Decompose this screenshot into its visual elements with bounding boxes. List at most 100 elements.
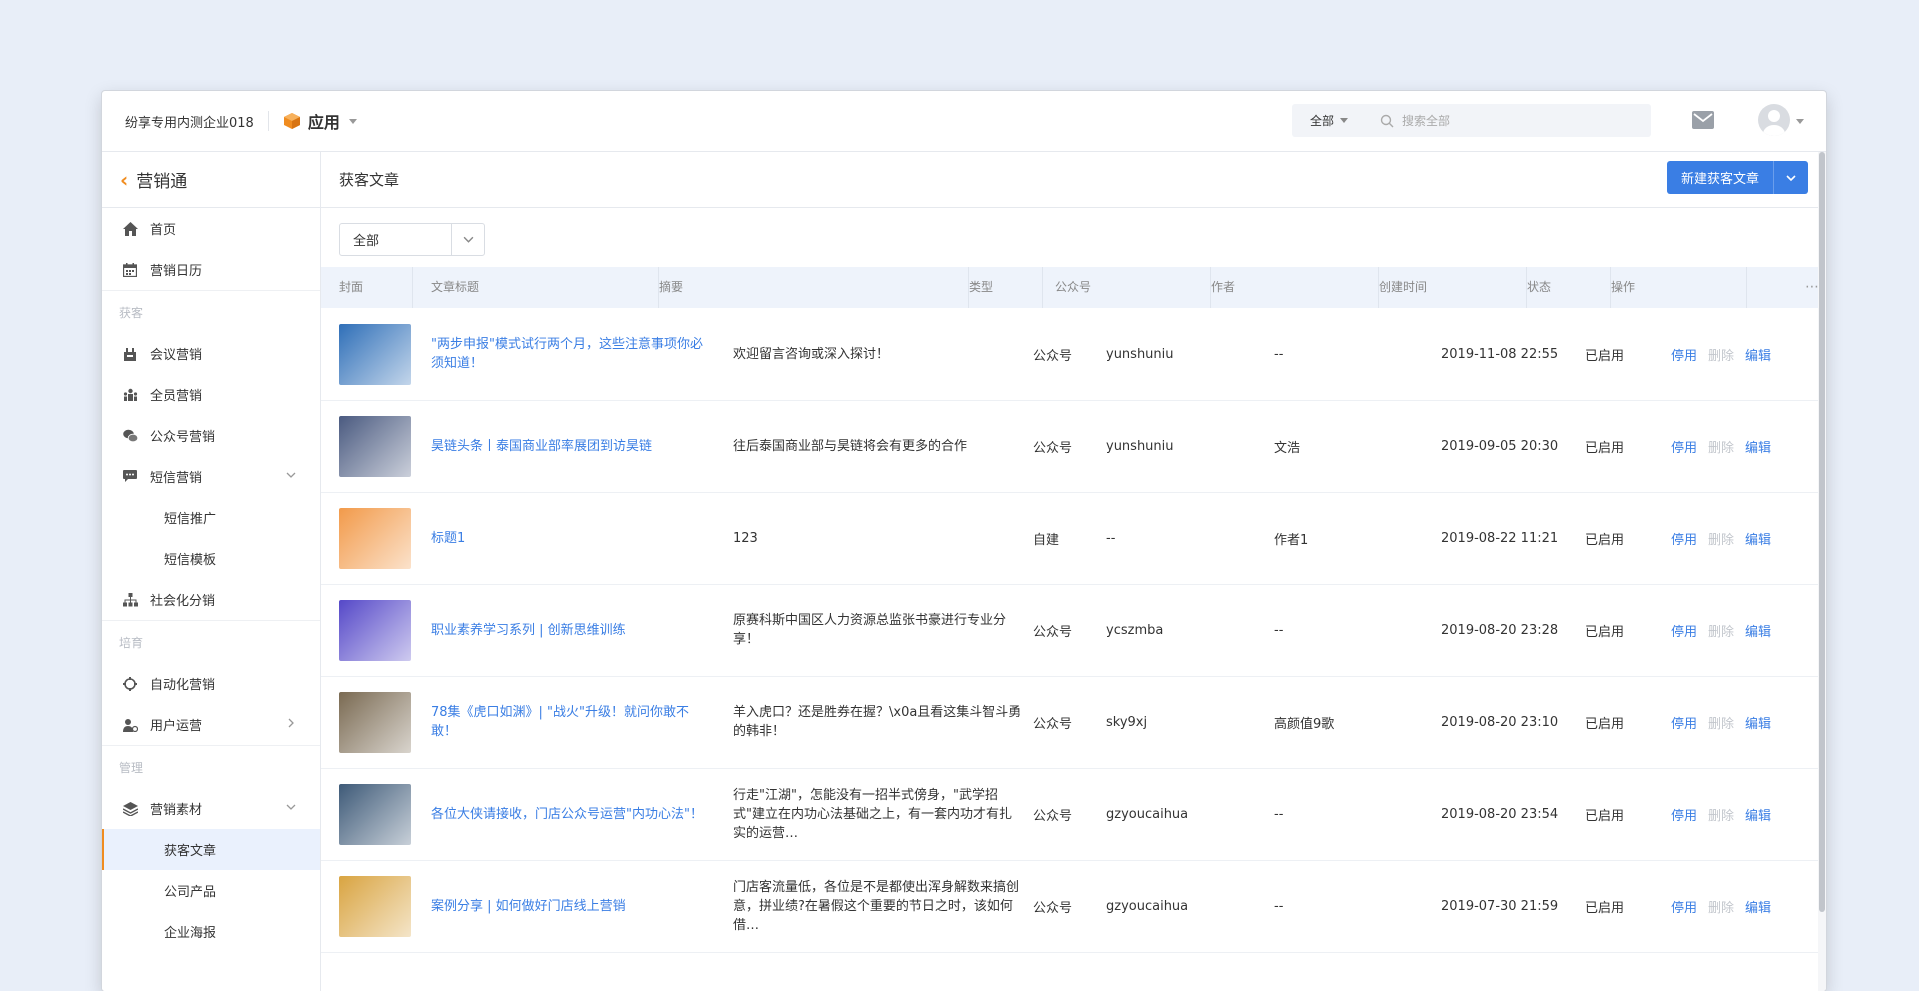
column-header-status-label: 状态 xyxy=(1527,280,1552,294)
sidebar-header[interactable]: ‹ 营销通 xyxy=(102,152,320,208)
sidebar-item-home[interactable]: 首页 xyxy=(102,208,320,249)
edit-button[interactable]: 编辑 xyxy=(1745,345,1771,364)
cover-training[interactable] xyxy=(339,599,411,661)
article-title-link[interactable]: 案例分享 | 如何做好门店线上营销 xyxy=(431,897,711,916)
sidebar-item-all-staff[interactable]: 全员营销 xyxy=(102,374,320,415)
title-cell: "两步申报"模式试行两个月，这些注意事项你必须知道！ xyxy=(431,308,711,400)
column-header-account[interactable]: 公众号 xyxy=(1043,267,1211,308)
disable-button[interactable]: 停用 xyxy=(1671,345,1697,364)
article-type: 公众号 xyxy=(1033,716,1073,732)
status-badge: 已启用 xyxy=(1585,624,1625,640)
back-arrow-icon[interactable]: ‹ xyxy=(120,168,128,192)
sidebar-item-user-ops[interactable]: 用户运营 xyxy=(102,704,320,745)
edit-button[interactable]: 编辑 xyxy=(1745,529,1771,548)
author-cell: 高颜值9歌 xyxy=(1274,676,1334,768)
filter-dropdown-toggle[interactable] xyxy=(451,224,484,255)
chevron-down-icon[interactable] xyxy=(348,118,357,124)
scrollbar-thumb[interactable] xyxy=(1819,152,1825,912)
delete-button[interactable]: 删除 xyxy=(1708,805,1734,824)
chevron-right-icon[interactable] xyxy=(286,718,296,728)
chevron-down-icon[interactable] xyxy=(1796,119,1804,124)
cover-anime[interactable] xyxy=(339,691,411,753)
article-title-link[interactable]: 各位大侠请接收，门店公众号运营"内功心法"！ xyxy=(431,805,711,824)
column-header-type[interactable]: 类型 xyxy=(969,267,1043,308)
status-cell: 已启用 xyxy=(1585,308,1624,400)
table-row: "两步申报"模式试行两个月，这些注意事项你必须知道！ 欢迎留言咨询或深入探讨！ … xyxy=(321,308,1826,401)
article-title-link[interactable]: "两步申报"模式试行两个月，这些注意事项你必须知道！ xyxy=(431,335,711,373)
edit-button[interactable]: 编辑 xyxy=(1745,897,1771,916)
article-account: yunshuniu xyxy=(1106,438,1174,454)
company-name[interactable]: 纷享专用内测企业018 xyxy=(125,112,254,131)
column-header-author[interactable]: 作者 xyxy=(1211,267,1379,308)
delete-button[interactable]: 删除 xyxy=(1708,897,1734,916)
sidebar-item-articles[interactable]: 获客文章 xyxy=(102,829,320,870)
cover-qrcode[interactable] xyxy=(339,507,411,569)
edit-button[interactable]: 编辑 xyxy=(1745,621,1771,640)
delete-button[interactable]: 删除 xyxy=(1708,345,1734,364)
article-type: 公众号 xyxy=(1033,440,1073,456)
disable-button[interactable]: 停用 xyxy=(1671,621,1697,640)
cover-tax[interactable] xyxy=(339,323,411,385)
sidebar-item-distribution[interactable]: 社会化分销 xyxy=(102,579,320,620)
article-title-link[interactable]: 标题1 xyxy=(431,529,711,548)
sidebar-item-sms-template[interactable]: 短信模板 xyxy=(102,538,320,579)
sidebar-item-meeting[interactable]: 会议营销 xyxy=(102,333,320,374)
calendar-icon xyxy=(122,262,138,278)
account-cell: sky9xj xyxy=(1106,676,1147,768)
author-cell: -- xyxy=(1274,768,1283,860)
edit-button[interactable]: 编辑 xyxy=(1745,437,1771,456)
cover-store[interactable] xyxy=(339,875,411,937)
app-menu-label[interactable]: 应用 xyxy=(308,109,340,133)
article-title-link[interactable]: 职业素养学习系列 | 创新思维训练 xyxy=(431,621,711,640)
cover-cell xyxy=(339,400,411,492)
chevron-down-icon[interactable] xyxy=(286,470,296,480)
author-cell: 作者1 xyxy=(1274,492,1308,584)
status-filter-select[interactable]: 全部 xyxy=(339,223,485,256)
delete-button[interactable]: 删除 xyxy=(1708,713,1734,732)
cover-book[interactable] xyxy=(339,783,411,845)
actions-cell: 停用 删除 编辑 xyxy=(1671,860,1782,952)
search-scope-select[interactable]: 全部 xyxy=(1310,112,1349,129)
disable-button[interactable]: 停用 xyxy=(1671,437,1697,456)
disable-button[interactable]: 停用 xyxy=(1671,529,1697,548)
disable-button[interactable]: 停用 xyxy=(1671,805,1697,824)
app-cube-icon[interactable] xyxy=(283,112,301,130)
sidebar-item-sms[interactable]: 短信营销 xyxy=(102,456,320,497)
sidebar-item-wechat[interactable]: 公众号营销 xyxy=(102,415,320,456)
article-title-link[interactable]: 78集《虎口如渊》| "战火"升级！就问你敢不敢！ xyxy=(431,703,711,741)
summary-cell: 羊入虎口？还是胜券在握？\x0a且看这集斗智斗勇的韩非！ xyxy=(733,676,1023,768)
column-header-status[interactable]: 状态 xyxy=(1527,267,1611,308)
avatar[interactable] xyxy=(1758,104,1790,136)
column-header-title[interactable]: 文章标题 xyxy=(413,267,659,308)
cover-cell xyxy=(339,584,411,676)
new-article-label[interactable]: 新建获客文章 xyxy=(1667,168,1773,187)
delete-button[interactable]: 删除 xyxy=(1708,437,1734,456)
sidebar-item-calendar[interactable]: 营销日历 xyxy=(102,249,320,290)
delete-button[interactable]: 删除 xyxy=(1708,621,1734,640)
new-article-button[interactable]: 新建获客文章 xyxy=(1666,161,1808,194)
status-cell: 已启用 xyxy=(1585,676,1624,768)
sidebar-item-automation[interactable]: 自动化营销 xyxy=(102,663,320,704)
column-header-summary[interactable]: 摘要 xyxy=(659,267,969,308)
sidebar-item-sms-promotion[interactable]: 短信推广 xyxy=(102,497,320,538)
sidebar-item-label: 短信营销 xyxy=(150,471,203,486)
table-row: 标题1 123 自建 -- 作者1 2019-08-22 11:21 已启用 停… xyxy=(321,492,1826,585)
article-title-link[interactable]: 昊链头条丨泰国商业部率展团到访昊链 xyxy=(431,437,711,456)
sidebar-item-products[interactable]: 公司产品 xyxy=(102,870,320,911)
sidebar-item-label: 首页 xyxy=(150,223,177,238)
cover-group-photo[interactable] xyxy=(339,415,411,477)
sidebar-item-posters[interactable]: 企业海报 xyxy=(102,911,320,952)
chevron-down-icon[interactable] xyxy=(286,802,296,812)
edit-button[interactable]: 编辑 xyxy=(1745,805,1771,824)
disable-button[interactable]: 停用 xyxy=(1671,897,1697,916)
vertical-scrollbar[interactable] xyxy=(1818,152,1826,991)
author-cell: -- xyxy=(1274,308,1283,400)
new-article-dropdown[interactable] xyxy=(1773,161,1808,194)
sidebar-item-materials[interactable]: 营销素材 xyxy=(102,788,320,829)
disable-button[interactable]: 停用 xyxy=(1671,713,1697,732)
mail-icon[interactable] xyxy=(1692,111,1714,129)
edit-button[interactable]: 编辑 xyxy=(1745,713,1771,732)
delete-button[interactable]: 删除 xyxy=(1708,529,1734,548)
column-header-created[interactable]: 创建时间 xyxy=(1379,267,1527,308)
search-input[interactable] xyxy=(1400,112,1625,129)
